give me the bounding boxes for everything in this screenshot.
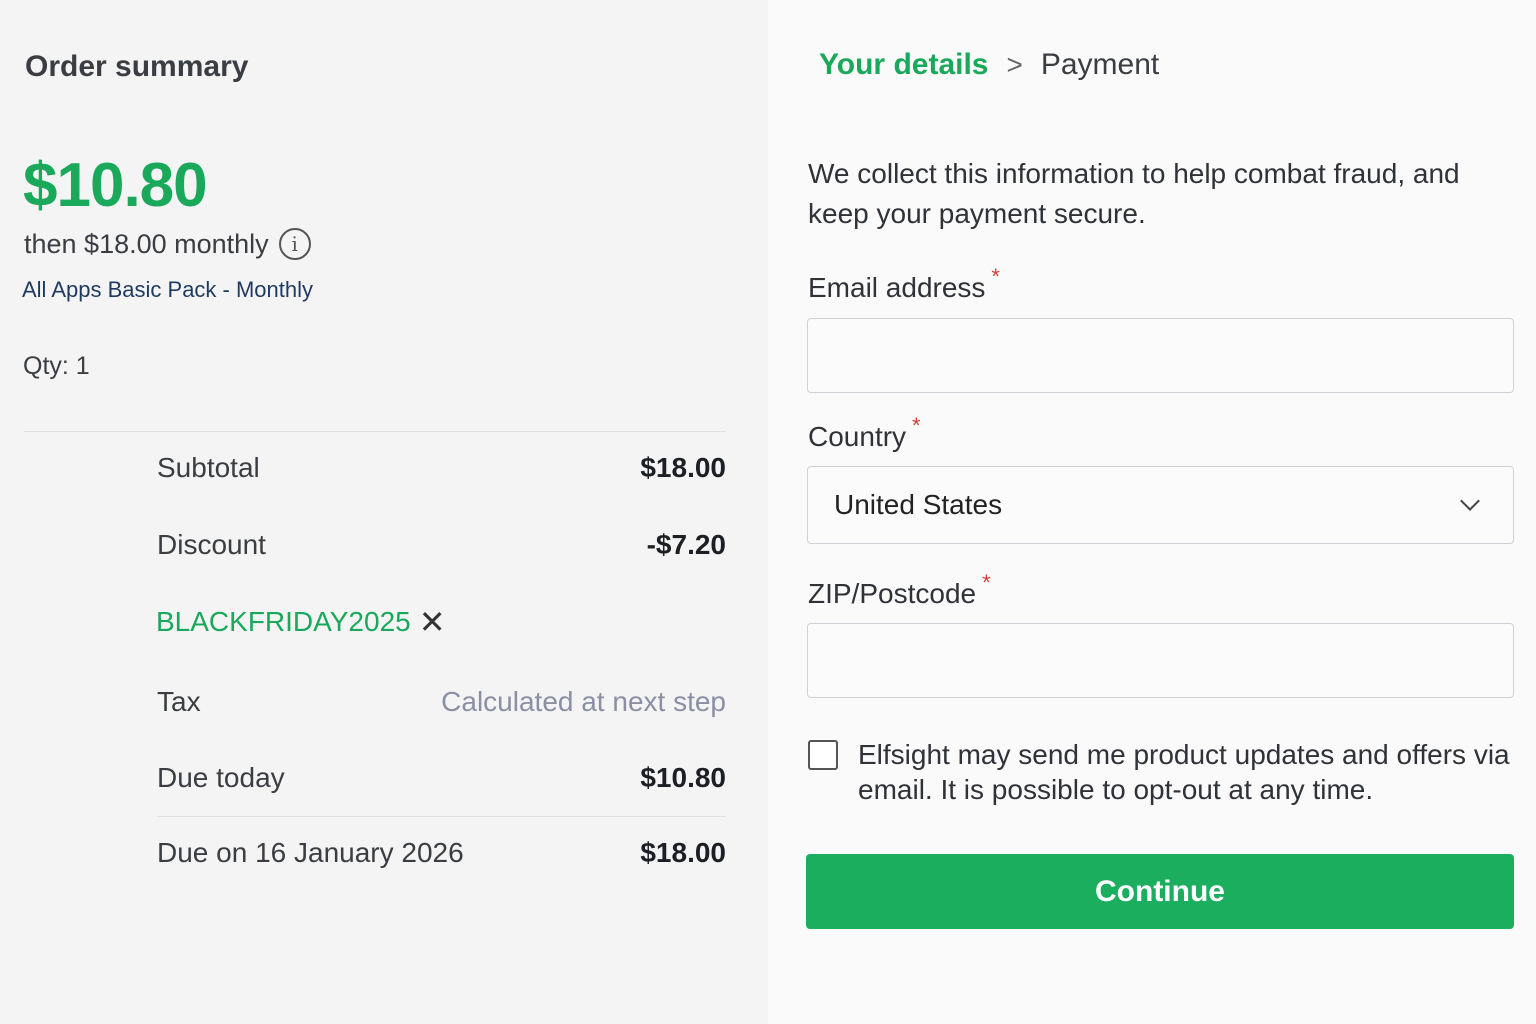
continue-button[interactable]: Continue: [806, 854, 1514, 929]
email-label: Email address *: [808, 264, 1000, 304]
breadcrumb-your-details[interactable]: Your details: [819, 48, 988, 82]
country-label-text: Country: [808, 421, 907, 452]
tax-value: Calculated at next step: [441, 686, 726, 717]
plan-name: All Apps Basic Pack - Monthly: [22, 277, 314, 302]
due-today-row: Due today $10.80: [157, 762, 726, 794]
intro-price: $10.80: [23, 151, 208, 220]
subtotal-label: Subtotal: [157, 452, 260, 483]
remove-coupon-icon[interactable]: ✕: [419, 606, 446, 638]
required-asterisk: *: [991, 264, 1000, 289]
subtotal-value: $18.00: [640, 452, 726, 483]
email-field[interactable]: [807, 318, 1514, 393]
chevron-down-icon: [1460, 491, 1480, 511]
country-value: United States: [834, 489, 1003, 520]
chevron-right-icon: >: [1006, 49, 1023, 80]
discount-label: Discount: [157, 529, 266, 560]
marketing-consent: Elfsight may send me product updates and…: [808, 737, 1528, 807]
quantity: Qty: 1: [23, 352, 90, 380]
coupon-tag: BLACKFRIDAY2025 ✕: [156, 606, 446, 638]
due-later-value: $18.00: [640, 837, 726, 868]
email-label-text: Email address: [808, 272, 986, 303]
due-today-value: $10.80: [640, 762, 726, 793]
required-asterisk: *: [982, 570, 991, 595]
zip-label-text: ZIP/Postcode: [808, 578, 977, 609]
divider: [157, 816, 726, 817]
required-asterisk: *: [912, 413, 921, 438]
due-later-row: Due on 16 January 2026 $18.00: [157, 837, 726, 869]
due-today-label: Due today: [157, 762, 285, 793]
consent-text: Elfsight may send me product updates and…: [858, 739, 1510, 805]
zip-label: ZIP/Postcode *: [808, 570, 991, 610]
coupon-code: BLACKFRIDAY2025: [156, 606, 411, 637]
due-later-label: Due on 16 January 2026: [157, 837, 464, 868]
consent-checkbox[interactable]: [808, 740, 838, 770]
discount-row: Discount -$7.20: [157, 529, 726, 561]
tax-row: Tax Calculated at next step: [157, 686, 726, 718]
order-summary-title: Order summary: [25, 50, 249, 83]
intro-text: We collect this information to help comb…: [808, 158, 1460, 229]
tax-label: Tax: [157, 686, 201, 717]
breadcrumb-payment: Payment: [1040, 48, 1160, 81]
breadcrumb: Your details > Payment: [819, 48, 1159, 82]
subtotal-row: Subtotal $18.00: [157, 452, 726, 484]
divider: [24, 431, 726, 432]
info-icon[interactable]: i: [278, 228, 311, 260]
recurring-price-text: then $18.00 monthly: [24, 228, 269, 259]
country-label: Country *: [808, 413, 921, 453]
country-select[interactable]: United States: [807, 466, 1514, 544]
zip-field[interactable]: [807, 623, 1514, 698]
order-summary-panel: Order summary $10.80 then $18.00 monthly…: [0, 0, 768, 1024]
recurring-price-row: then $18.00 monthly i: [24, 228, 311, 260]
discount-value: -$7.20: [646, 529, 726, 560]
